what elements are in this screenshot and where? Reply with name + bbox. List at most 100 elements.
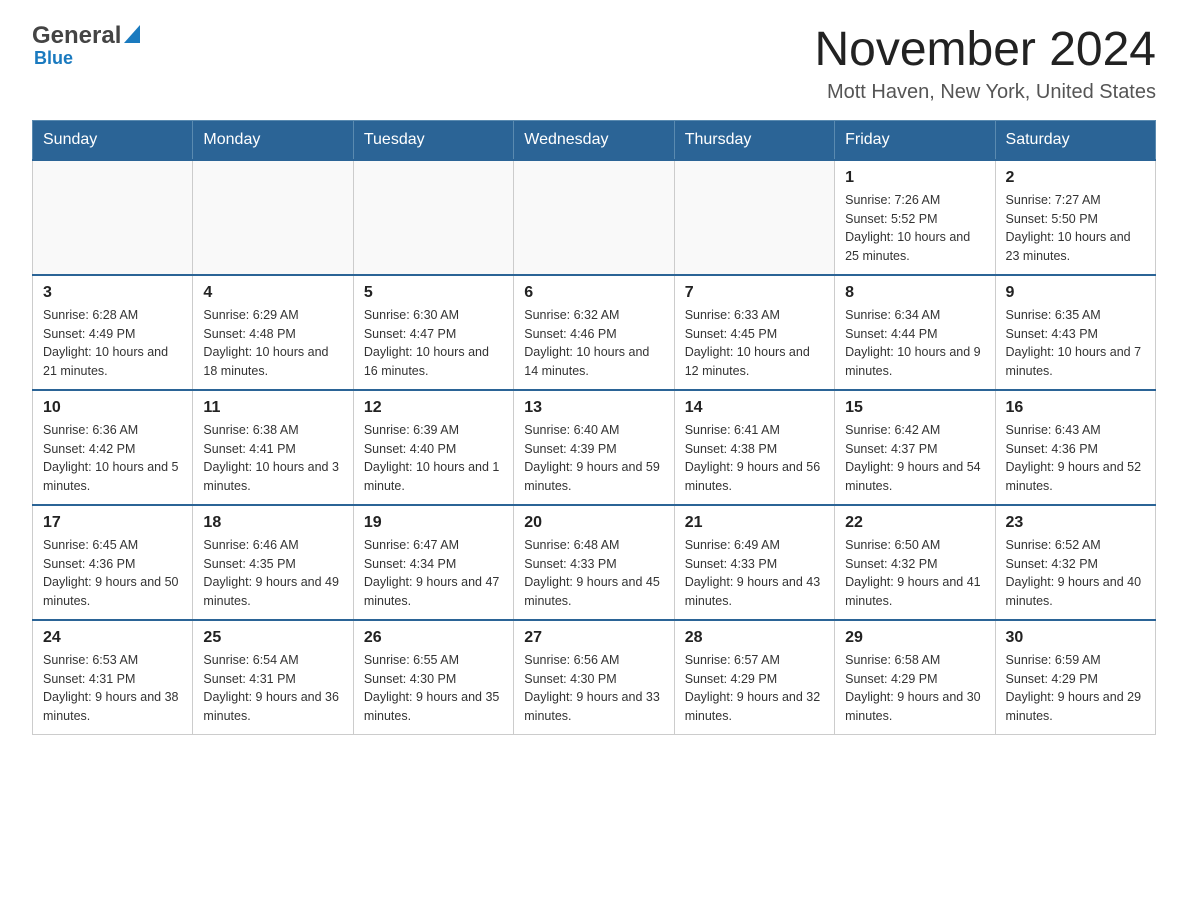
calendar-day: 9 Sunrise: 6:35 AMSunset: 4:43 PMDaylight… (995, 275, 1155, 390)
calendar-day: 23Sunrise: 6:52 AMSunset: 4:32 PMDayligh… (995, 505, 1155, 620)
day-number: 13 (524, 399, 663, 417)
day-info: Sunrise: 6:57 AMSunset: 4:29 PMDaylight:… (685, 651, 824, 726)
day-info: Sunrise: 6:33 AMSunset: 4:45 PMDaylight:… (685, 306, 824, 381)
day-number: 14 (685, 399, 824, 417)
calendar-day: 4 Sunrise: 6:29 AMSunset: 4:48 PMDaylight… (193, 275, 353, 390)
day-number: 1 (845, 169, 984, 187)
calendar-day: 20 Sunrise: 6:48 AMSunset: 4:33 PMDayligh… (514, 505, 674, 620)
col-header-thursday: Thursday (674, 120, 834, 160)
calendar-day: 10Sunrise: 6:36 AMSunset: 4:42 PMDayligh… (33, 390, 193, 505)
day-info: Sunrise: 6:49 AMSunset: 4:33 PMDaylight:… (685, 536, 824, 611)
day-info: Sunrise: 6:32 AMSunset: 4:46 PMDaylight:… (524, 306, 663, 381)
day-number: 25 (203, 629, 342, 647)
day-number: 22 (845, 514, 984, 532)
day-info: Sunrise: 6:30 AMSunset: 4:47 PMDaylight:… (364, 306, 503, 381)
week-row-4: 17Sunrise: 6:45 AMSunset: 4:36 PMDayligh… (33, 505, 1156, 620)
day-number: 4 (203, 284, 342, 302)
day-info: Sunrise: 6:39 AMSunset: 4:40 PMDaylight:… (364, 421, 503, 496)
calendar-day: 25 Sunrise: 6:54 AMSunset: 4:31 PMDayligh… (193, 620, 353, 735)
calendar-day: 19 Sunrise: 6:47 AMSunset: 4:34 PMDayligh… (353, 505, 513, 620)
calendar-day: 15 Sunrise: 6:42 AMSunset: 4:37 PMDayligh… (835, 390, 995, 505)
day-number: 24 (43, 629, 182, 647)
calendar-day: 18Sunrise: 6:46 AMSunset: 4:35 PMDayligh… (193, 505, 353, 620)
day-info: Sunrise: 6:42 AMSunset: 4:37 PMDaylight:… (845, 421, 984, 496)
day-number: 9 (1006, 284, 1145, 302)
week-row-3: 10Sunrise: 6:36 AMSunset: 4:42 PMDayligh… (33, 390, 1156, 505)
calendar-day: 6 Sunrise: 6:32 AMSunset: 4:46 PMDaylight… (514, 275, 674, 390)
day-number: 16 (1006, 399, 1145, 417)
calendar-day (353, 160, 513, 275)
day-number: 28 (685, 629, 824, 647)
day-info: Sunrise: 6:28 AMSunset: 4:49 PMDaylight:… (43, 306, 182, 381)
day-info: Sunrise: 6:36 AMSunset: 4:42 PMDaylight:… (43, 421, 182, 496)
calendar-day (514, 160, 674, 275)
day-number: 5 (364, 284, 503, 302)
day-number: 27 (524, 629, 663, 647)
day-info: Sunrise: 6:43 AMSunset: 4:36 PMDaylight:… (1006, 421, 1145, 496)
day-number: 7 (685, 284, 824, 302)
calendar-day: 7 Sunrise: 6:33 AMSunset: 4:45 PMDaylight… (674, 275, 834, 390)
logo-general-text: General (32, 24, 121, 48)
day-number: 26 (364, 629, 503, 647)
day-number: 11 (203, 399, 342, 417)
logo: General Blue (32, 24, 140, 69)
calendar-subtitle: Mott Haven, New York, United States (814, 81, 1156, 104)
day-number: 6 (524, 284, 663, 302)
calendar-header-row: Sunday Monday Tuesday Wednesday Thursday… (33, 120, 1156, 160)
calendar-title: November 2024 (814, 24, 1156, 77)
day-info: Sunrise: 6:47 AMSunset: 4:34 PMDaylight:… (364, 536, 503, 611)
calendar-day: 1 Sunrise: 7:26 AMSunset: 5:52 PMDaylight… (835, 160, 995, 275)
day-number: 21 (685, 514, 824, 532)
day-info: Sunrise: 6:34 AMSunset: 4:44 PMDaylight:… (845, 306, 984, 381)
page-header: General Blue November 2024 Mott Haven, N… (32, 24, 1156, 104)
calendar-day: 28 Sunrise: 6:57 AMSunset: 4:29 PMDayligh… (674, 620, 834, 735)
calendar-day: 29 Sunrise: 6:58 AMSunset: 4:29 PMDayligh… (835, 620, 995, 735)
day-info: Sunrise: 7:26 AMSunset: 5:52 PMDaylight:… (845, 191, 984, 266)
day-info: Sunrise: 6:35 AMSunset: 4:43 PMDaylight:… (1006, 306, 1145, 381)
week-row-2: 3 Sunrise: 6:28 AMSunset: 4:49 PMDaylight… (33, 275, 1156, 390)
calendar-day: 11 Sunrise: 6:38 AMSunset: 4:41 PMDayligh… (193, 390, 353, 505)
day-info: Sunrise: 6:52 AMSunset: 4:32 PMDaylight:… (1006, 536, 1145, 611)
day-info: Sunrise: 6:40 AMSunset: 4:39 PMDaylight:… (524, 421, 663, 496)
calendar-day: 27 Sunrise: 6:56 AMSunset: 4:30 PMDayligh… (514, 620, 674, 735)
col-header-sunday: Sunday (33, 120, 193, 160)
day-number: 3 (43, 284, 182, 302)
day-number: 20 (524, 514, 663, 532)
col-header-monday: Monday (193, 120, 353, 160)
calendar-day: 5 Sunrise: 6:30 AMSunset: 4:47 PMDaylight… (353, 275, 513, 390)
day-number: 8 (845, 284, 984, 302)
calendar-day: 16 Sunrise: 6:43 AMSunset: 4:36 PMDayligh… (995, 390, 1155, 505)
calendar-day: 14 Sunrise: 6:41 AMSunset: 4:38 PMDayligh… (674, 390, 834, 505)
day-info: Sunrise: 6:41 AMSunset: 4:38 PMDaylight:… (685, 421, 824, 496)
day-number: 15 (845, 399, 984, 417)
calendar-day (193, 160, 353, 275)
day-info: Sunrise: 7:27 AMSunset: 5:50 PMDaylight:… (1006, 191, 1145, 266)
day-number: 29 (845, 629, 984, 647)
day-info: Sunrise: 6:56 AMSunset: 4:30 PMDaylight:… (524, 651, 663, 726)
day-info: Sunrise: 6:50 AMSunset: 4:32 PMDaylight:… (845, 536, 984, 611)
calendar-day: 30Sunrise: 6:59 AMSunset: 4:29 PMDayligh… (995, 620, 1155, 735)
day-info: Sunrise: 6:46 AMSunset: 4:35 PMDaylight:… (203, 536, 342, 611)
title-block: November 2024 Mott Haven, New York, Unit… (814, 24, 1156, 104)
logo-blue-text: Blue (34, 48, 73, 68)
calendar-table: Sunday Monday Tuesday Wednesday Thursday… (32, 120, 1156, 735)
calendar-day: 2 Sunrise: 7:27 AMSunset: 5:50 PMDaylight… (995, 160, 1155, 275)
calendar-day: 8 Sunrise: 6:34 AMSunset: 4:44 PMDaylight… (835, 275, 995, 390)
day-info: Sunrise: 6:29 AMSunset: 4:48 PMDaylight:… (203, 306, 342, 381)
day-info: Sunrise: 6:59 AMSunset: 4:29 PMDaylight:… (1006, 651, 1145, 726)
col-header-saturday: Saturday (995, 120, 1155, 160)
day-info: Sunrise: 6:38 AMSunset: 4:41 PMDaylight:… (203, 421, 342, 496)
col-header-friday: Friday (835, 120, 995, 160)
day-number: 2 (1006, 169, 1145, 187)
day-info: Sunrise: 6:54 AMSunset: 4:31 PMDaylight:… (203, 651, 342, 726)
col-header-tuesday: Tuesday (353, 120, 513, 160)
calendar-day: 17Sunrise: 6:45 AMSunset: 4:36 PMDayligh… (33, 505, 193, 620)
day-info: Sunrise: 6:48 AMSunset: 4:33 PMDaylight:… (524, 536, 663, 611)
day-info: Sunrise: 6:58 AMSunset: 4:29 PMDaylight:… (845, 651, 984, 726)
day-info: Sunrise: 6:45 AMSunset: 4:36 PMDaylight:… (43, 536, 182, 611)
calendar-day: 3 Sunrise: 6:28 AMSunset: 4:49 PMDaylight… (33, 275, 193, 390)
calendar-day: 21 Sunrise: 6:49 AMSunset: 4:33 PMDayligh… (674, 505, 834, 620)
day-number: 19 (364, 514, 503, 532)
calendar-day: 26Sunrise: 6:55 AMSunset: 4:30 PMDayligh… (353, 620, 513, 735)
calendar-day: 12Sunrise: 6:39 AMSunset: 4:40 PMDayligh… (353, 390, 513, 505)
